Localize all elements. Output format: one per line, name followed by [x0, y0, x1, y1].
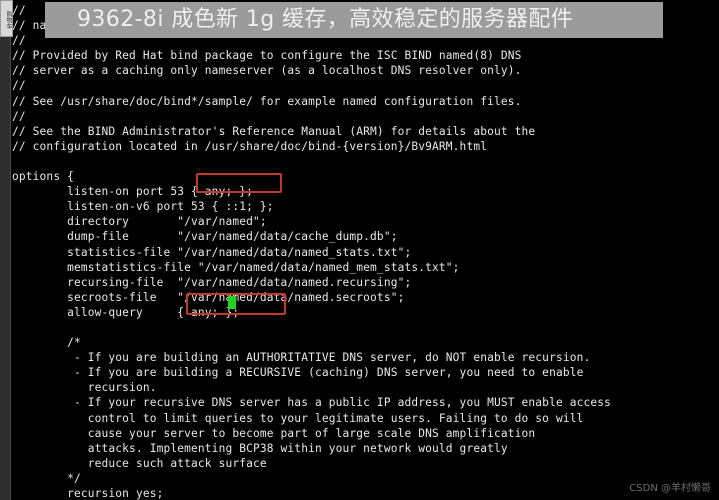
terminal-line: dump-file "/var/named/data/cache_dump.db…	[12, 230, 398, 244]
terminal-line: - If your recursive DNS server has a pub…	[12, 396, 612, 410]
terminal-line: // See the BIND Administrator's Referenc…	[12, 124, 536, 138]
terminal-line: - If you are building an AUTHORITATIVE D…	[12, 351, 591, 365]
terminal-line: recursion.	[12, 381, 157, 395]
terminal-line: statistics-file "/var/named/data/named_s…	[12, 245, 412, 259]
terminal-line: cause your server to become part of larg…	[12, 426, 536, 440]
advertisement-banner[interactable]: 9362-8i 成色新 1g 缓存，高效稳定的服务器配件	[45, 2, 663, 38]
terminal-line: secroots-file "/var/named/data/named.sec…	[12, 290, 405, 304]
text-cursor	[228, 296, 236, 309]
terminal-line: recursion yes;	[12, 487, 164, 500]
terminal-line: control to limit queries to your legitim…	[12, 411, 584, 425]
terminal-line: //	[12, 109, 26, 123]
terminal-line: options {	[12, 170, 74, 184]
terminal-line: */	[12, 471, 81, 485]
side-tab[interactable]: 购物车	[0, 0, 13, 37]
terminal-line: // configuration located in /usr/share/d…	[12, 139, 488, 153]
terminal-line: // Provided by Red Hat bind package to c…	[12, 49, 522, 63]
csdn-watermark: CSDN @羊村懒哥	[629, 483, 711, 494]
advertisement-banner-text: 9362-8i 成色新 1g 缓存，高效稳定的服务器配件	[77, 7, 574, 32]
terminal-line: allow-query { any; };	[12, 305, 240, 319]
terminal-line: memstatistics-file "/var/named/data/name…	[12, 260, 460, 274]
terminal-line: listen-on port 53 { any; };	[12, 185, 253, 199]
terminal-text-area[interactable]: //// named.conf//// Provided by Red Hat …	[12, 0, 719, 500]
terminal-line: recursing-file "/var/named/data/named.re…	[12, 275, 412, 289]
terminal-line: - If you are building a RECURSIVE (cachi…	[12, 366, 584, 380]
terminal-window: //// named.conf//// Provided by Red Hat …	[0, 0, 719, 500]
terminal-line: reduce such attack surface	[12, 456, 267, 470]
terminal-line: attacks. Implementing BCP38 within your …	[12, 441, 508, 455]
terminal-line: //	[12, 79, 26, 93]
terminal-line: listen-on-v6 port 53 { ::1; };	[12, 200, 274, 214]
terminal-line: directory "/var/named";	[12, 215, 267, 229]
terminal-line: // server as a caching only nameserver (…	[12, 64, 522, 78]
terminal-line: // See /usr/share/doc/bind*/sample/ for …	[12, 94, 522, 108]
terminal-line: /*	[12, 336, 81, 350]
left-scrollbar-gutter[interactable]	[0, 0, 11, 500]
